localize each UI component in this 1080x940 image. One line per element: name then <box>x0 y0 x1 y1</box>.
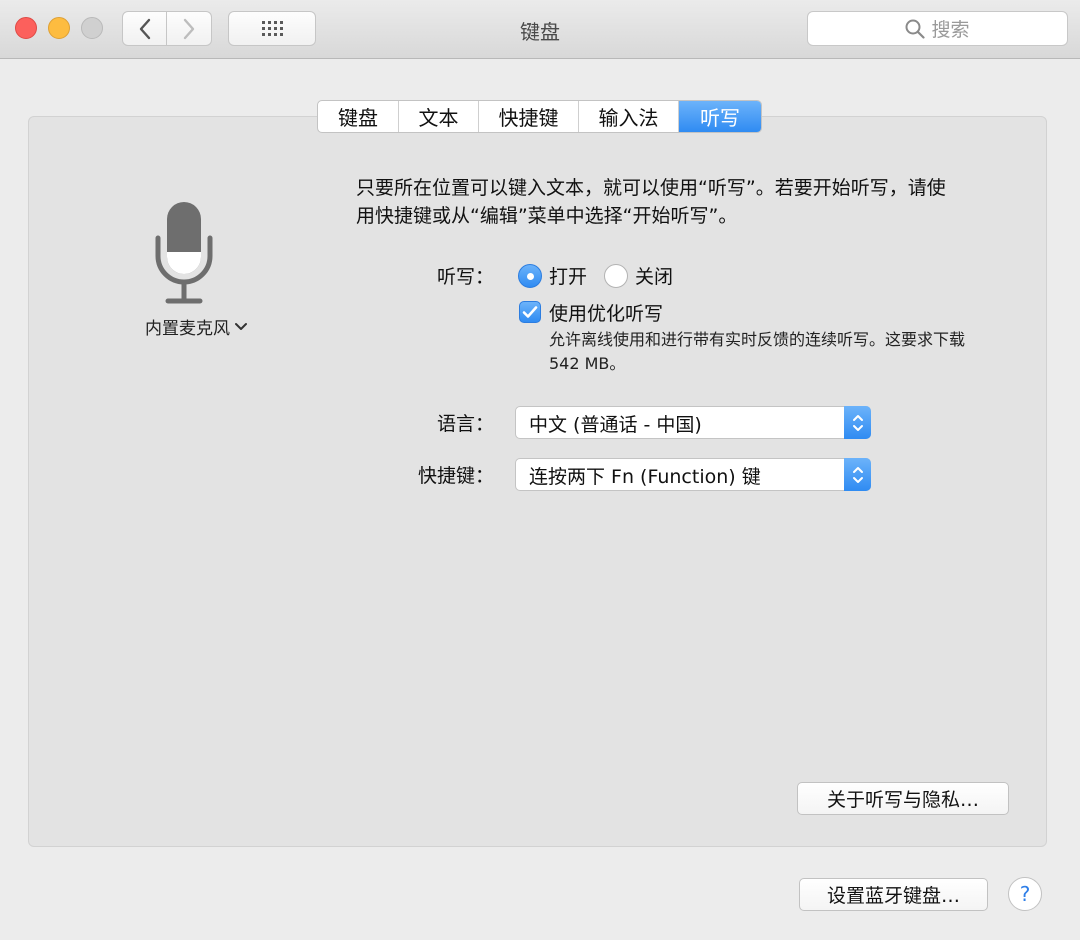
language-value: 中文 (普通话 - 中国) <box>529 414 702 436</box>
dictation-on-radio[interactable] <box>518 264 542 288</box>
microphone-source-selector[interactable]: 内置麦克风 <box>145 314 247 339</box>
dictation-off-label: 关闭 <box>635 266 674 288</box>
enhanced-dictation-label: 使用优化听写 <box>549 303 664 325</box>
checkmark-icon <box>522 306 538 318</box>
shortcut-label: 快捷键： <box>417 465 494 487</box>
dictation-label: 听写： <box>436 266 494 288</box>
dictation-description: 只要所在位置可以键入文本，就可以使用“听写”。若要开始听写，请使用快捷键或从“编… <box>356 177 946 227</box>
enhanced-dictation-checkbox[interactable] <box>519 301 541 323</box>
tab-dictation[interactable]: 听写 <box>679 101 761 132</box>
tab-shortcuts[interactable]: 快捷键 <box>479 101 579 132</box>
tab-input-sources[interactable]: 输入法 <box>579 101 679 132</box>
setup-bluetooth-keyboard-button[interactable]: 设置蓝牙键盘… <box>799 878 988 911</box>
enhanced-dictation-note: 允许离线使用和进行带有实时反馈的连续听写。这要求下载 542 MB。 <box>549 330 966 373</box>
shortcut-popup[interactable]: 连按两下 Fn (Function) 键 <box>515 458 871 491</box>
search-placeholder: 搜索 <box>931 19 970 41</box>
chevron-down-icon <box>235 322 247 330</box>
dictation-off-radio[interactable] <box>604 264 628 288</box>
dictation-privacy-button[interactable]: 关于听写与隐私… <box>797 782 1009 815</box>
microphone-icon <box>155 202 213 304</box>
language-label: 语言： <box>436 413 494 435</box>
tab-bar: 键盘 文本 快捷键 输入法 听写 <box>317 100 762 133</box>
tab-text[interactable]: 文本 <box>399 101 479 132</box>
updown-arrows-icon <box>844 458 871 491</box>
language-popup[interactable]: 中文 (普通话 - 中国) <box>515 406 871 439</box>
microphone-source-label: 内置麦克风 <box>145 319 230 339</box>
help-button[interactable]: ? <box>1008 877 1042 911</box>
shortcut-value: 连按两下 Fn (Function) 键 <box>529 466 761 488</box>
window-titlebar: 键盘 搜索 <box>0 0 1080 59</box>
updown-arrows-icon <box>844 406 871 439</box>
dictation-on-label: 打开 <box>549 266 588 288</box>
search-icon <box>905 19 926 39</box>
tab-keyboard[interactable]: 键盘 <box>318 101 399 132</box>
search-field[interactable]: 搜索 <box>807 11 1068 46</box>
